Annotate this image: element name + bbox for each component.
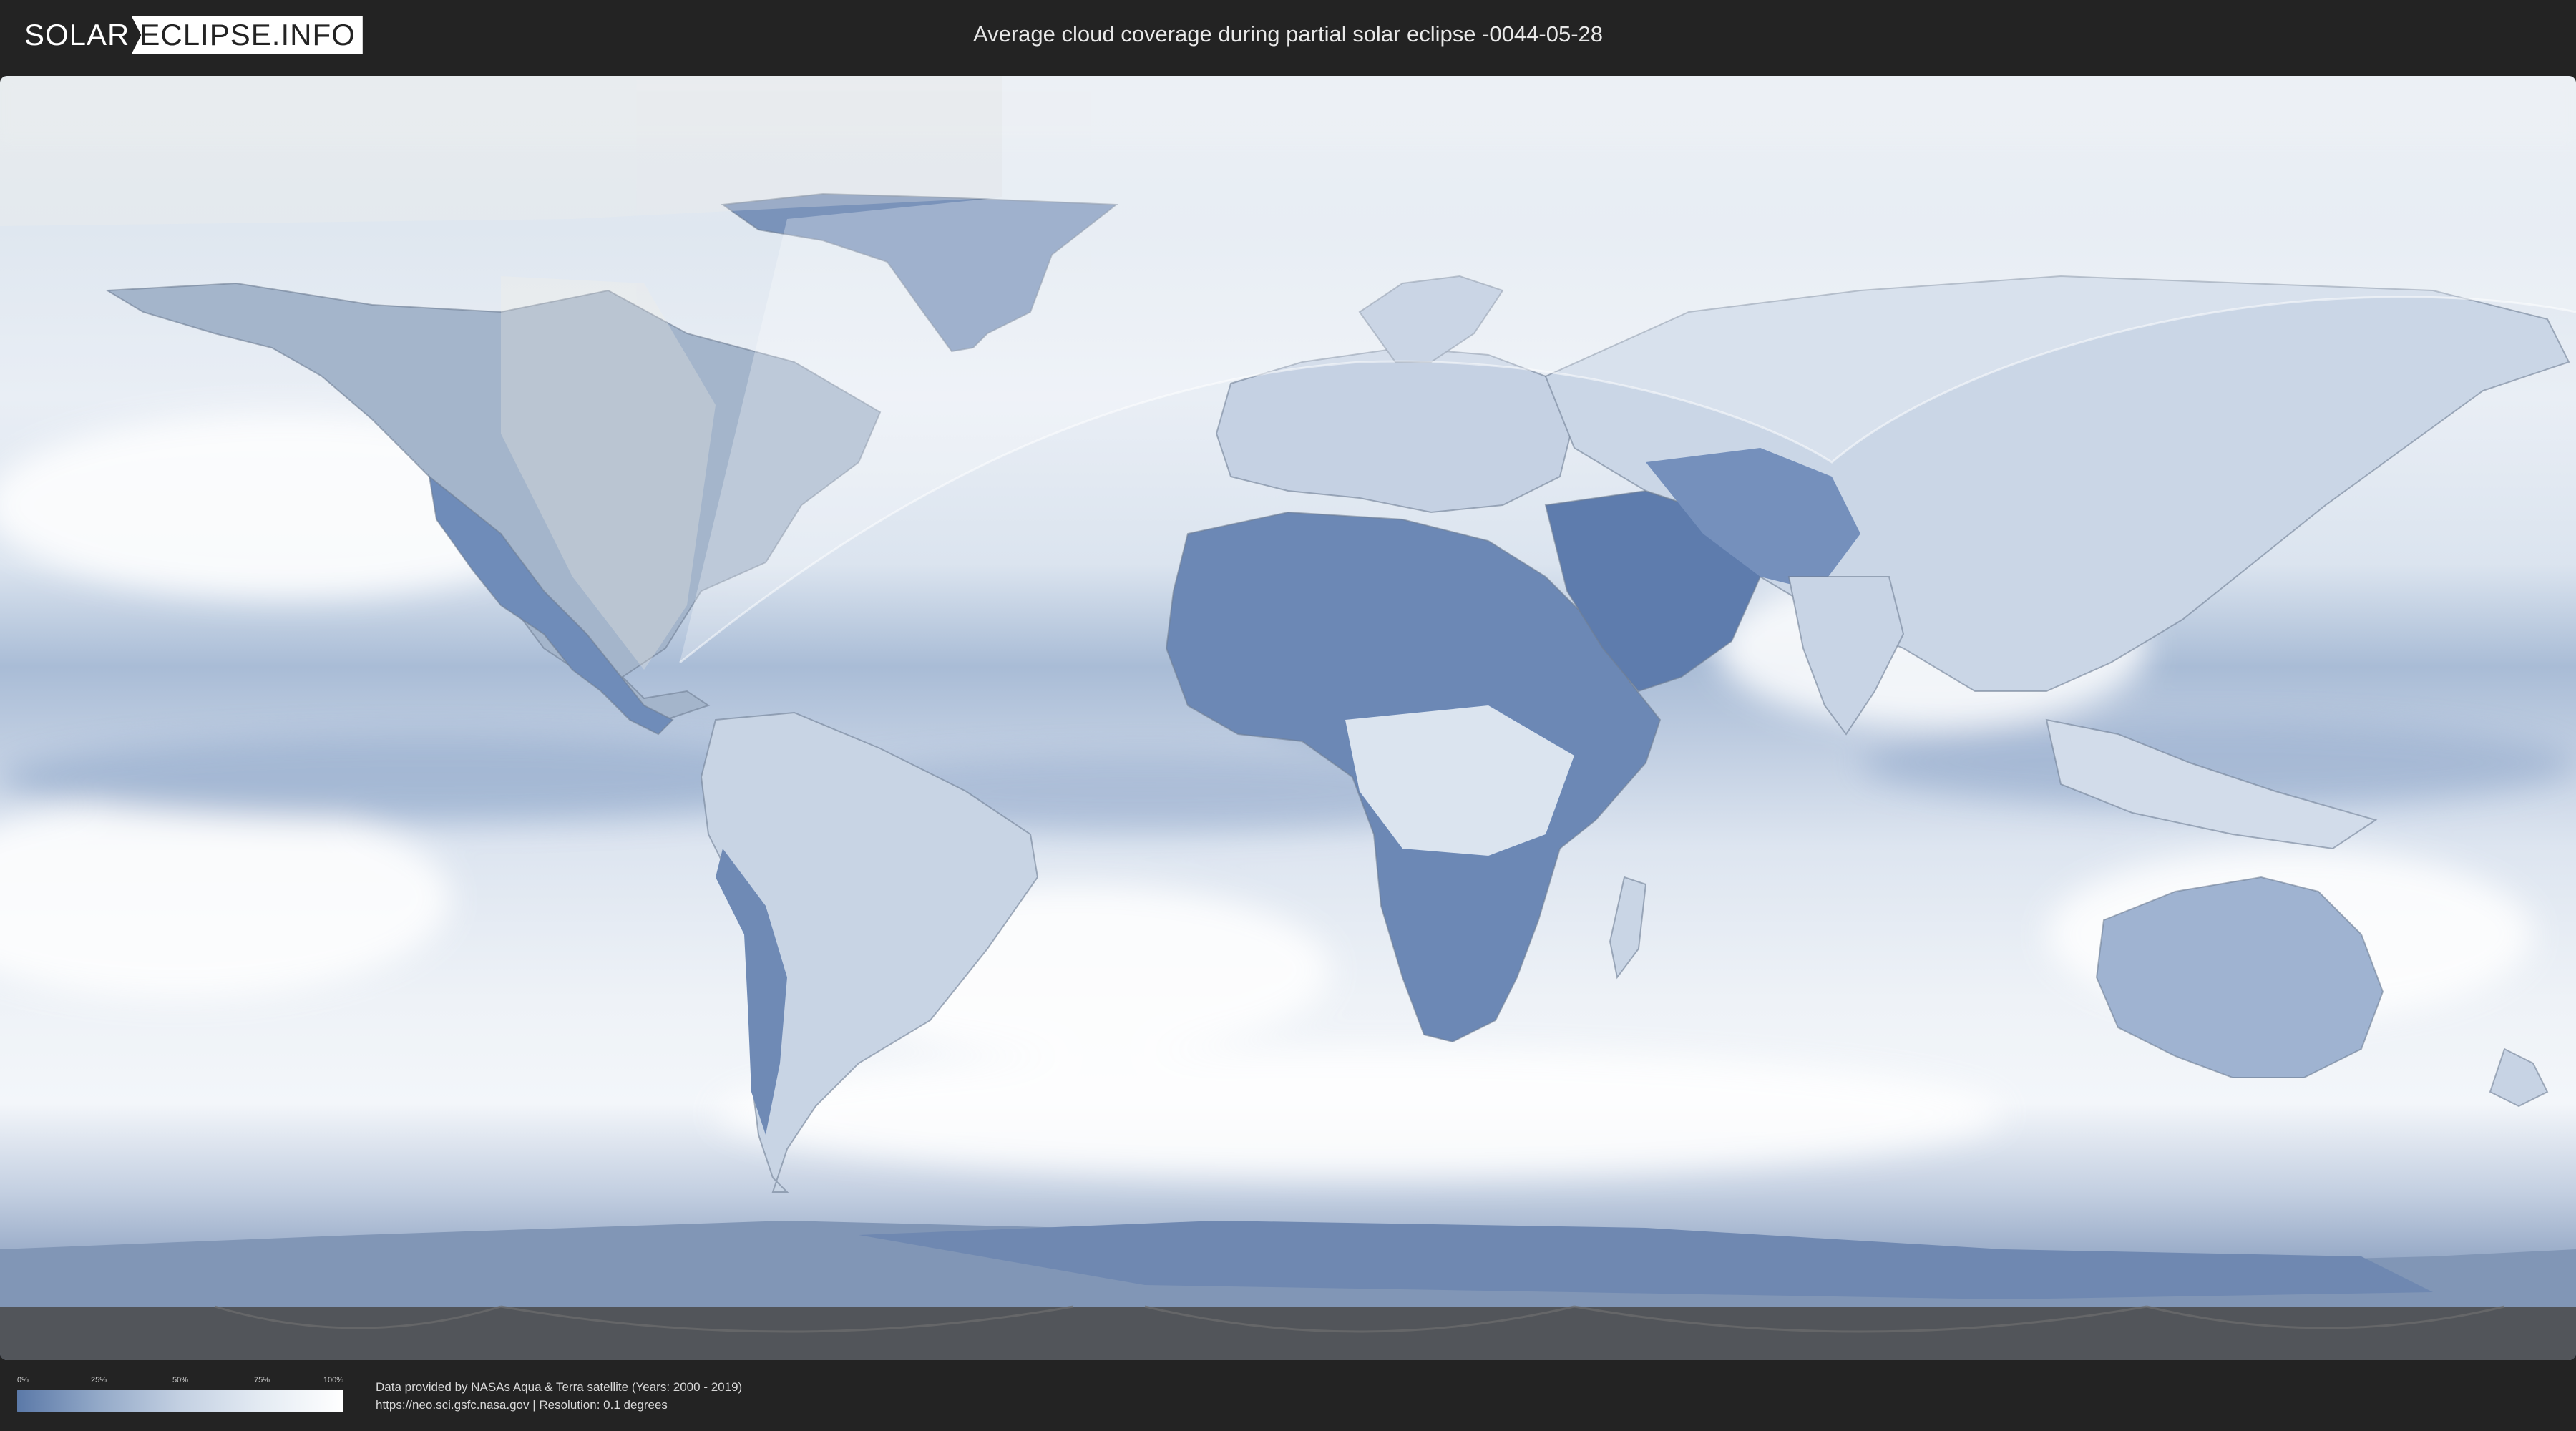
- header-bar: SOLAR ECLIPSE.INFO Average cloud coverag…: [0, 0, 2576, 72]
- legend-tick-labels: 0% 25% 50% 75% 100%: [17, 1375, 343, 1385]
- world-map-graphic: [0, 76, 2576, 1360]
- cloud-coverage-map[interactable]: [0, 76, 2576, 1360]
- legend-tick: 75%: [253, 1376, 270, 1384]
- credits-link[interactable]: https://neo.sci.gsfc.nasa.gov | Resoluti…: [376, 1396, 742, 1414]
- cloud-coverage-legend: 0% 25% 50% 75% 100%: [17, 1375, 343, 1415]
- legend-tick: 50%: [172, 1376, 189, 1384]
- credits-source: Data provided by NASAs Aqua & Terra sate…: [376, 1380, 743, 1394]
- page-title: Average cloud coverage during partial so…: [972, 21, 1604, 47]
- legend-tick: 100%: [323, 1376, 343, 1384]
- legend-color-scale: [17, 1390, 343, 1412]
- legend-tick: 25%: [90, 1376, 107, 1384]
- data-credits: Data provided by NASAs Aqua & Terra sate…: [376, 1378, 742, 1414]
- legend-tick: 0%: [17, 1376, 29, 1384]
